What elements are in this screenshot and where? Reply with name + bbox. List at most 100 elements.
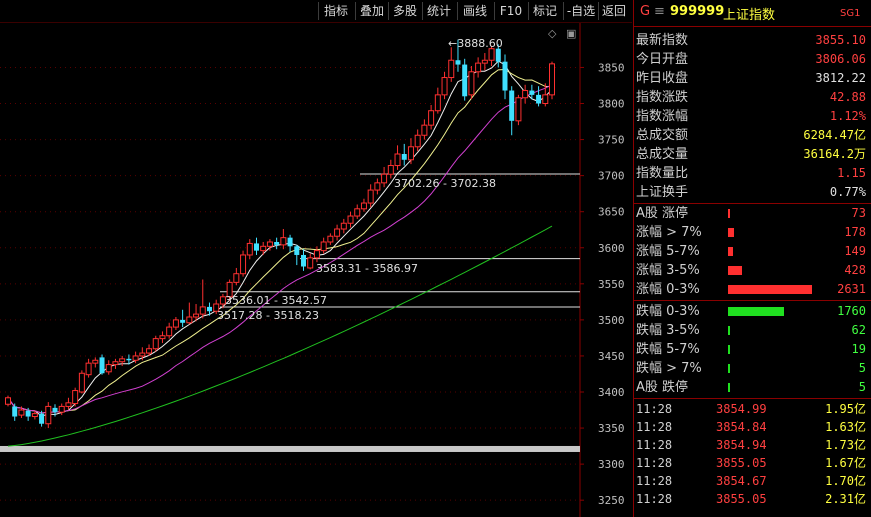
tick-row: 11:28 3854.67 1.70亿: [636, 472, 868, 490]
toolbar-button-3[interactable]: 统计: [422, 2, 455, 20]
stat-label: 指数量比: [636, 166, 689, 181]
ma10-line: [7, 68, 553, 414]
distribution-count: 428: [844, 263, 866, 277]
distribution-count: 178: [844, 225, 866, 239]
toolbar-button-2[interactable]: 多股: [388, 2, 421, 20]
candle-body: [126, 358, 132, 361]
annotation-label: 3517.28 - 3518.23: [217, 309, 319, 322]
tick-time: 11:28: [636, 492, 673, 506]
stat-value: 36164.2万: [803, 147, 866, 161]
candle-body: [542, 94, 549, 105]
tick-row: 11:28 3855.05 2.31亿: [636, 490, 868, 508]
distribution-count: 5: [858, 361, 866, 375]
candle-body: [78, 372, 85, 393]
distribution-bar: [728, 247, 733, 256]
stat-row: 指数涨跌 42.88: [636, 88, 868, 107]
distribution-bar: [728, 326, 730, 335]
candle-body: [72, 390, 79, 405]
candle-body: [186, 316, 193, 324]
distribution-label: 涨幅 5-7%: [636, 244, 700, 259]
candle-body: [287, 237, 293, 247]
candlestick-chart[interactable]: 3850 3800 3750 3700 3650 3600 3550 3500 3450 3400…: [0, 23, 632, 517]
divider: [634, 300, 871, 301]
candle-body: [246, 242, 253, 256]
y-tick-label: 3500: [598, 314, 625, 327]
tick-row: 11:28 3854.84 1.63亿: [636, 418, 868, 436]
toolbar-button-6[interactable]: 标记: [528, 2, 561, 20]
stat-label: 上证换手: [636, 185, 689, 200]
distribution-row: 跌幅 3-5% 62: [636, 321, 868, 340]
menu-icon[interactable]: ≡: [654, 4, 665, 19]
y-tick-label: 3600: [598, 242, 625, 255]
stat-label: 总成交量: [636, 147, 689, 162]
candle-body: [159, 335, 166, 340]
tick-time: 11:28: [636, 456, 673, 470]
stat-label: 最新指数: [636, 33, 689, 48]
distribution-bar: [728, 364, 730, 373]
stat-label: 指数涨跌: [636, 90, 689, 105]
distribution-row: 涨幅 > 7% 178: [636, 223, 868, 242]
y-tick-label: 3250: [598, 494, 625, 507]
candle-body: [354, 208, 361, 217]
distribution-row: 跌幅 > 7% 5: [636, 359, 868, 378]
candle-body: [253, 243, 259, 251]
divider: [634, 398, 871, 399]
tick-row: 11:28 3854.94 1.73亿: [636, 436, 868, 454]
distribution-label: 跌幅 0-3%: [636, 304, 700, 319]
candle-body: [92, 359, 99, 364]
distribution-row: 跌幅 0-3% 1760: [636, 302, 868, 321]
candle-body: [536, 94, 542, 104]
candle-body: [360, 202, 367, 210]
y-tick-label: 3650: [598, 206, 625, 219]
tick-price: 3854.84: [716, 420, 767, 434]
candle-body: [448, 59, 455, 79]
distribution-row: A股 跌停 5: [636, 378, 868, 397]
candle-body: [294, 246, 300, 255]
candle-body: [327, 235, 334, 243]
candle-body: [266, 241, 273, 247]
candle-body: [119, 358, 126, 363]
candle-body: [387, 165, 394, 175]
candle-body: [65, 402, 72, 407]
toolbar-button-8[interactable]: 返回: [598, 2, 629, 20]
stock-name: 上证指数: [723, 8, 776, 23]
candle-body: [233, 273, 240, 283]
candle-body: [260, 245, 267, 252]
candle-body: [468, 71, 475, 96]
distribution-label: 涨幅 0-3%: [636, 282, 700, 297]
candle-body: [31, 413, 38, 418]
annotation-label: 3583.31 - 3586.97: [316, 262, 418, 275]
y-tick-label: 3700: [598, 170, 625, 183]
toolbar-button-1[interactable]: 叠加: [355, 2, 388, 20]
candle-body: [85, 362, 92, 376]
toolbar-button-5[interactable]: F10: [494, 2, 527, 20]
tick-price: 3855.05: [716, 456, 767, 470]
y-tick-label: 3550: [598, 278, 625, 291]
annotation-label: 3536.01 - 3542.57: [225, 294, 327, 307]
toolbar-button-7[interactable]: -自选: [563, 2, 598, 20]
candle-body: [441, 77, 448, 96]
stat-row: 昨日收盘 3812.22: [636, 69, 868, 88]
tick-amount: 1.63亿: [825, 420, 866, 434]
candle-body: [5, 397, 11, 405]
stat-value: 3812.22: [815, 71, 866, 85]
stat-row: 最新指数 3855.10: [636, 31, 868, 50]
distribution-label: 跌幅 3-5%: [636, 323, 700, 338]
candle-body: [509, 90, 515, 121]
tick-price: 3854.99: [716, 402, 767, 416]
distribution-bar: [728, 266, 742, 275]
distribution-label: 跌幅 5-7%: [636, 342, 700, 357]
candle-body: [495, 48, 501, 62]
distribution-bar: [728, 209, 730, 218]
tick-time: 11:28: [636, 474, 673, 488]
candle-body: [515, 97, 522, 122]
toolbar-button-4[interactable]: 画线: [457, 2, 492, 20]
candle-body: [475, 62, 482, 73]
tick-price: 3855.05: [716, 492, 767, 506]
y-tick-label: 3350: [598, 422, 625, 435]
distribution-row: 跌幅 5-7% 19: [636, 340, 868, 359]
tick-price: 3854.94: [716, 438, 767, 452]
toolbar-button-0[interactable]: 指标: [318, 2, 353, 20]
quote-panel: G ≡ 999999 上证指数 SG1 最新指数 3855.10 今日开盘 3806.…: [633, 0, 871, 517]
distribution-count: 19: [851, 342, 866, 356]
